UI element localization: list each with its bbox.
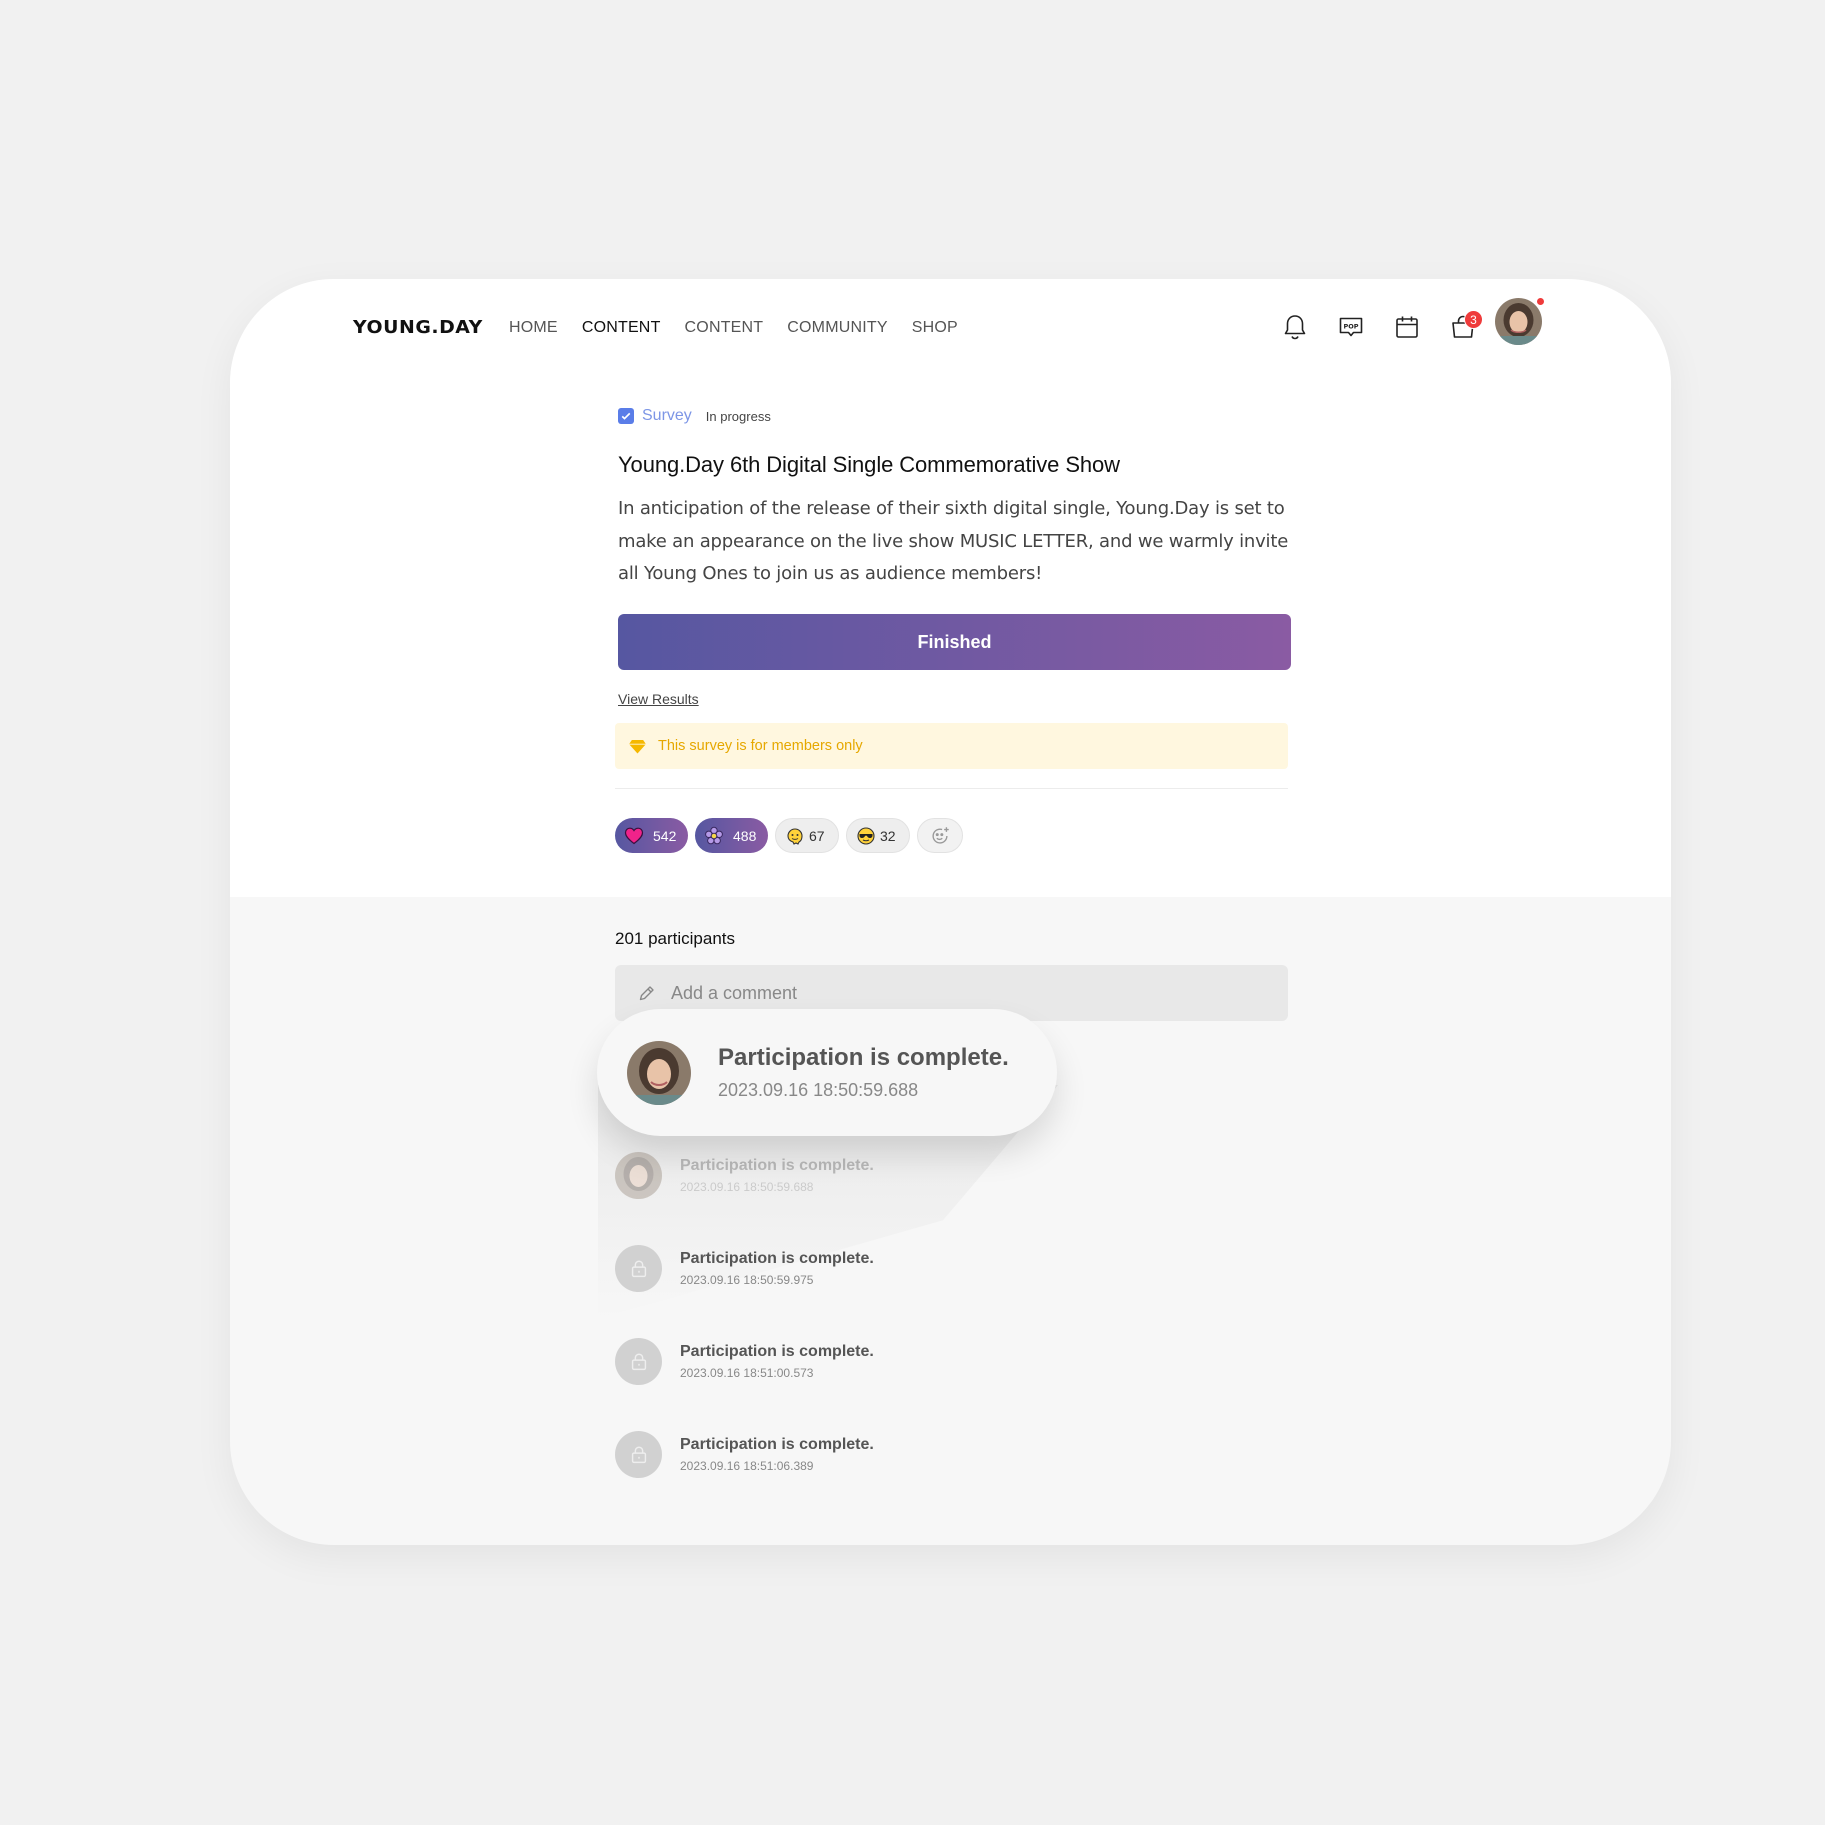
heart-icon	[624, 826, 644, 846]
comment-text: Participation is complete.	[680, 1343, 874, 1360]
main-nav: HOME CONTENT CONTENT COMMUNITY SHOP	[509, 313, 958, 343]
survey-check-icon	[618, 408, 634, 424]
reaction-bar: 542 488 67 32	[615, 818, 963, 853]
comment-item[interactable]: Participation is complete. 2023.09.16 18…	[615, 1431, 874, 1478]
finished-button[interactable]: Finished	[618, 614, 1291, 670]
reaction-heart[interactable]: 542	[615, 818, 688, 853]
lock-icon	[615, 1431, 662, 1478]
cart-count-badge: 3	[1464, 310, 1483, 329]
comment-timestamp: 2023.09.16 18:50:59.975	[680, 1273, 814, 1287]
reaction-melting-face[interactable]: 67	[775, 818, 839, 853]
reaction-count: 542	[653, 827, 677, 844]
sunglasses-face-icon	[856, 826, 876, 846]
comment-placeholder: Add a comment	[671, 982, 798, 1003]
post-type-label: Survey	[642, 407, 692, 424]
pop-chat-icon[interactable]: POP	[1333, 309, 1369, 345]
comment-timestamp: 2023.09.16 18:51:00.573	[680, 1366, 814, 1380]
comment-timestamp: 2023.09.16 18:50:59.688	[680, 1180, 814, 1194]
post-title: Young.Day 6th Digital Single Commemorati…	[618, 452, 1120, 477]
comment-text: Participation is complete.	[680, 1436, 874, 1453]
highlight-avatar	[627, 1040, 691, 1105]
reaction-count: 32	[880, 827, 896, 844]
pencil-icon	[639, 986, 654, 1001]
pop-label: POP	[1343, 322, 1358, 330]
notice-text: This survey is for members only	[658, 738, 863, 754]
flower-icon	[704, 826, 724, 846]
user-avatar[interactable]	[1495, 298, 1542, 345]
bell-icon[interactable]	[1277, 309, 1313, 345]
view-results-link[interactable]: View Results	[618, 691, 699, 707]
shopping-bag-icon[interactable]: 3	[1445, 309, 1483, 345]
comment-text: Participation is complete.	[680, 1250, 874, 1267]
notification-dot	[1537, 298, 1544, 305]
post-status-label: In progress	[705, 408, 771, 424]
reaction-count: 488	[733, 827, 757, 844]
comment-timestamp: 2023.09.16 18:51:06.389	[680, 1459, 814, 1473]
post-description: In anticipation of the release of their …	[618, 498, 1289, 584]
comment-item[interactable]: Participation is complete. 2023.09.16 18…	[615, 1245, 874, 1292]
nav-content[interactable]: CONTENT	[685, 313, 764, 343]
highlight-text: Participation is complete.	[718, 1044, 1009, 1071]
nav-community[interactable]: COMMUNITY	[787, 313, 887, 343]
nav-content-active[interactable]: CONTENT	[582, 313, 661, 343]
members-only-notice: This survey is for members only	[615, 723, 1288, 769]
app-window: YOUNG.DAY HOME CONTENT CONTENT COMMUNITY…	[230, 279, 1671, 1545]
nav-shop[interactable]: SHOP	[912, 313, 958, 343]
lock-icon	[615, 1245, 662, 1292]
reaction-count: 67	[809, 827, 825, 844]
comment-item[interactable]: Participation is complete. 2023.09.16 18…	[615, 1152, 874, 1199]
nav-home[interactable]: HOME	[509, 313, 558, 343]
logo[interactable]: YOUNG.DAY	[353, 313, 483, 343]
comment-item[interactable]: Participation is complete. 2023.09.16 18…	[615, 1338, 874, 1385]
add-reaction-icon	[932, 826, 949, 844]
participants-count: 201 participants	[615, 929, 736, 948]
reaction-sunglasses-face[interactable]: 32	[846, 818, 910, 853]
reaction-flower[interactable]: 488	[695, 818, 768, 853]
highlighted-comment-callout: Participation is complete. 2023.09.16 18…	[597, 1009, 1057, 1136]
melting-face-icon	[785, 826, 805, 846]
post-meta: Survey In progress	[618, 407, 771, 425]
calendar-icon[interactable]	[1389, 309, 1425, 345]
add-reaction-button[interactable]	[917, 818, 963, 853]
divider	[615, 788, 1288, 789]
highlight-timestamp: 2023.09.16 18:50:59.688	[718, 1080, 919, 1100]
commenter-avatar	[615, 1152, 662, 1199]
lock-icon	[615, 1338, 662, 1385]
comment-text: Participation is complete.	[680, 1157, 874, 1174]
diamond-icon	[629, 739, 646, 754]
